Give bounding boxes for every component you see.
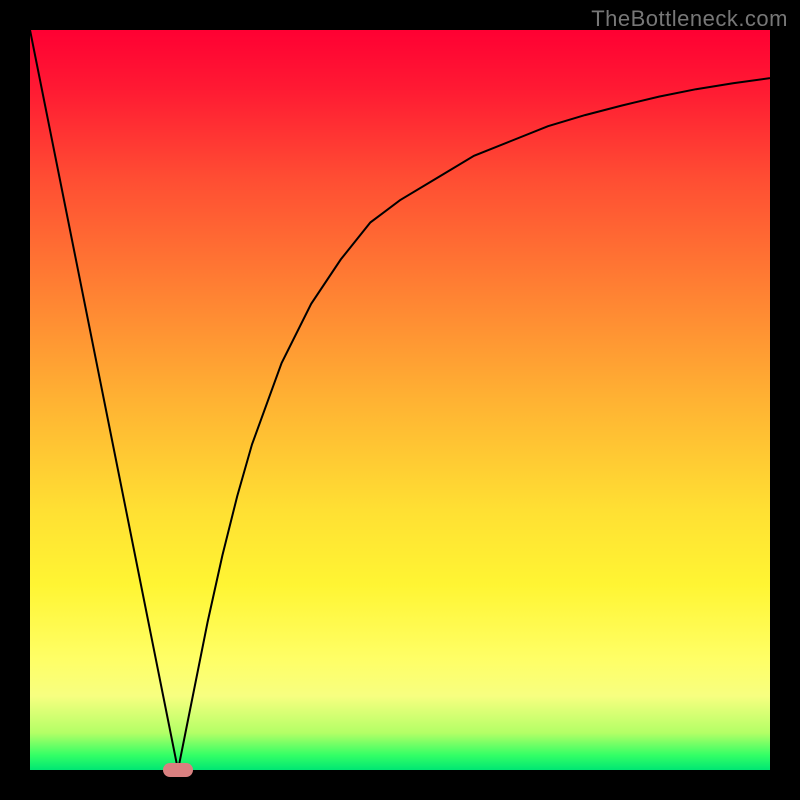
bottleneck-curve xyxy=(30,30,770,770)
attribution-label: TheBottleneck.com xyxy=(591,6,788,32)
plot-area xyxy=(30,30,770,770)
chart-frame: TheBottleneck.com xyxy=(0,0,800,800)
optimum-marker xyxy=(163,763,193,777)
